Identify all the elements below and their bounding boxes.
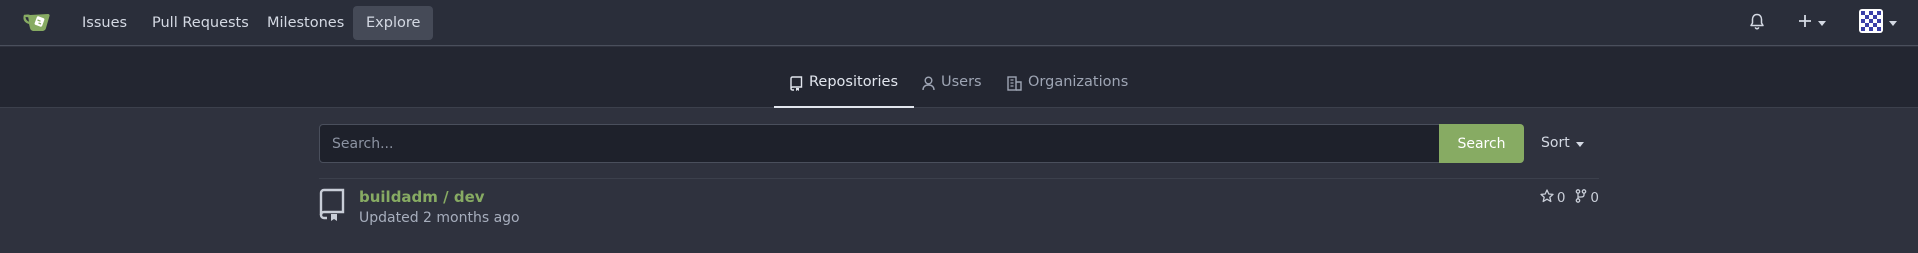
plus-icon	[1798, 14, 1812, 32]
divider	[319, 178, 1599, 179]
repo-link[interactable]: buildadm / dev	[359, 188, 485, 206]
repo-search-form: Search	[319, 124, 1524, 163]
sort-label: Sort	[1541, 135, 1570, 151]
repo-icon	[319, 188, 346, 225]
chevron-down-icon	[1889, 20, 1897, 26]
person-icon	[922, 74, 941, 95]
tab-repositories-label: Repositories	[809, 74, 899, 90]
notifications-button[interactable]	[1749, 0, 1765, 46]
nav-issues[interactable]: Issues	[69, 6, 140, 40]
repo-updated-time: Updated 2 months ago	[359, 210, 520, 226]
explore-tabs-bar: Repositories Users Organizations	[0, 47, 1918, 108]
tab-organizations[interactable]: Organizations	[1007, 74, 1128, 108]
organization-icon	[1007, 74, 1028, 95]
chevron-down-icon	[1575, 142, 1584, 147]
avatar	[1859, 9, 1883, 37]
chevron-down-icon	[1818, 20, 1826, 26]
active-tab-indicator	[774, 106, 915, 108]
sort-dropdown[interactable]: Sort	[1541, 124, 1584, 163]
list-item: buildadm / dev Updated 2 months ago 0 0	[319, 188, 1599, 234]
search-input[interactable]	[319, 124, 1440, 163]
user-menu-dropdown[interactable]	[1859, 0, 1897, 46]
nav-pull-requests[interactable]: Pull Requests	[139, 6, 262, 40]
star-icon	[1540, 189, 1557, 207]
gitea-logo-icon[interactable]	[22, 11, 52, 33]
tab-users[interactable]: Users	[922, 74, 982, 108]
repo-stats: 0 0	[1540, 189, 1599, 207]
nav-explore[interactable]: Explore	[353, 6, 434, 40]
tab-users-label: Users	[941, 74, 982, 90]
top-navbar: Issues Pull Requests Milestones Explore	[0, 0, 1918, 46]
nav-milestones[interactable]: Milestones	[254, 6, 357, 40]
tab-repositories[interactable]: Repositories	[774, 74, 915, 108]
fork-count[interactable]: 0	[1590, 190, 1599, 206]
repo-icon	[790, 74, 809, 95]
tab-organizations-label: Organizations	[1028, 74, 1129, 90]
fork-icon	[1575, 189, 1590, 207]
search-button[interactable]: Search	[1439, 124, 1524, 163]
bell-icon	[1749, 13, 1765, 34]
star-count[interactable]: 0	[1557, 190, 1566, 206]
create-new-dropdown[interactable]	[1798, 0, 1826, 46]
